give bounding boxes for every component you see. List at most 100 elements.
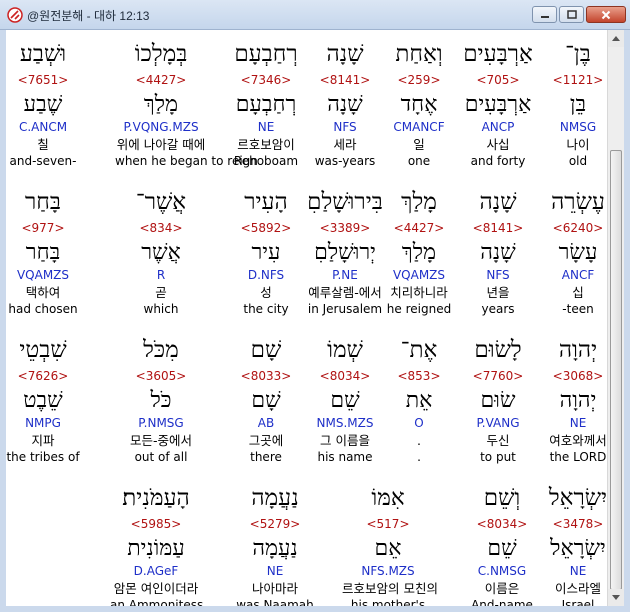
strong-number: <5279> [249,517,301,531]
hebrew-word: בָּחַר [25,189,61,215]
korean-gloss: 나아마라 [251,581,298,596]
morphology-code: D.NFS [247,268,285,282]
lemma-word: שׂוּם [480,388,516,413]
strong-number: <5985> [130,517,182,531]
verse-analysis-pane: בֶּן־ <1121> בֵּן NMSG 나이 old אַרְבָּעִים <705>… [6,30,607,606]
hebrew-word: נַעֲמָה [251,485,299,511]
strong-number: <8141> [319,73,371,87]
hebrew-word: אֲשֶׁר־ [135,189,187,215]
morphology-code: NFS.MZS [361,564,415,578]
lemma-word: יְרוּשָׁלַםִ [314,240,376,265]
english-gloss: And-name [471,598,533,606]
morphology-code: NMPG [25,416,61,430]
arrow-down-icon [612,595,620,600]
korean-gloss: 암몬 여인이더라 [113,581,199,596]
morphology-code: AB [257,416,275,430]
hebrew-word: אַרְבָּעִים [463,41,533,67]
morphology-code: ANCP [481,120,515,134]
hebrew-word: שָׁם [250,337,282,363]
hebrew-word: בְּמָלְכוֹ [134,41,188,67]
korean-gloss: 성 [260,285,272,300]
close-icon [601,10,611,19]
english-gloss: an Ammonitess [110,598,204,606]
maximize-button[interactable] [559,6,584,23]
korean-gloss: 예루살렘-에서 [308,285,382,300]
morphology-code: P.VQNG.MZS [123,120,199,134]
word-column[interactable]: לָשׂוּם <7760> שׂוּם P.VANG 두신 to put [452,336,544,465]
hebrew-word: בִּירוּשָׁלַםִ [307,189,383,215]
morphology-code: NE [257,120,275,134]
english-gloss: had chosen [8,302,78,316]
word-column[interactable]: בָּחַר <977> בָּחַר VQAMZS 택하여 had chosen [6,188,89,317]
verse-row: עֶשְׂרֵה <6240> עָשָׂר ANCF 십 -teen שָׁנָה <814… [6,188,607,336]
morphology-code: NMS.MZS [316,416,374,430]
morphology-code: D.AGeF [133,564,179,578]
korean-gloss: 이름은 [484,581,520,596]
strong-number: <705> [476,73,520,87]
word-column[interactable]: הָעַמֹּנִית׃ <5985> עַמּוֹנִית D.AGeF 암몬 여인이… [110,484,204,606]
word-column[interactable]: הָעִיר <5892> עִיר D.NFS 성 the city [220,188,312,317]
strong-number: <7760> [472,369,524,383]
app-logo-icon [7,7,23,23]
lemma-word: אַרְבָּעִים [464,92,532,117]
strong-number: <5892> [240,221,292,235]
korean-gloss: 지파 [31,433,55,448]
hebrew-word: אִמּוֹ [371,485,405,511]
hebrew-word: שָׁנָה [479,189,517,215]
hebrew-word: הָעִיר [244,189,288,215]
word-column[interactable]: אֲשֶׁר־ <834> אֲשֶׁר R 곧 which [115,188,207,317]
morphology-code: NFS [486,268,510,282]
scroll-down-button[interactable] [608,589,624,606]
english-gloss: years [481,302,515,316]
morphology-code: NFS [333,120,357,134]
word-column[interactable]: רְחַבְעָם <7346> רְחַבְעָם NE 르호보암이 Rehoboam [220,40,312,169]
hebrew-word: שִׁבְטֵי [19,337,67,363]
vertical-scrollbar[interactable] [607,30,624,606]
morphology-code: NE [266,564,284,578]
hebrew-word: מִכֹּל [143,337,179,363]
word-column[interactable]: אִמּוֹ <517> אֵם NFS.MZS 르호보암의 모친의 his mother… [342,484,438,606]
close-button[interactable] [586,6,626,23]
english-gloss: his mother's [350,598,426,606]
lemma-word: בָּחַר [25,240,61,265]
minimize-button[interactable] [532,6,557,23]
verse-row: בֶּן־ <1121> בֵּן NMSG 나이 old אַרְבָּעִים <705>… [6,40,607,188]
strong-number: <7651> [17,73,69,87]
korean-gloss: 곧 [155,285,167,300]
scroll-up-button[interactable] [608,30,624,47]
minimize-icon [540,15,549,18]
hebrew-word: הָעַמֹּנִית׃ [122,485,190,511]
korean-gloss: 년을 [486,285,510,300]
korean-gloss: 칠 [37,137,49,152]
word-column[interactable]: נַעֲמָה <5279> נַעֲמָה NE 나아마라 was Naamah [229,484,321,606]
word-column[interactable]: וְשֵׁם <8034> שֵׁם C.NMSG 이름은 And-name [456,484,548,606]
word-column[interactable]: אַרְבָּעִים <705> אַרְבָּעִים ANCP 사십 and for… [452,40,544,169]
korean-gloss: 두신 [486,433,510,448]
hebrew-word: וְשֵׁם [483,485,521,511]
korean-gloss: 택하여 [25,285,61,300]
word-column[interactable]: וּשְׁבַע <7651> שֶׁבַע C.ANCM 칠 and-seven- [6,40,89,169]
lemma-word: רְחַבְעָם [235,92,297,117]
english-gloss: his name [317,450,373,464]
korean-gloss: 그곳에 [248,433,284,448]
word-column[interactable]: בִּירוּשָׁלַםִ <3389> יְרוּשָׁלַםִ P.NE 예루살렘… [299,188,391,317]
maximize-icon [566,10,577,19]
hebrew-word: שָׁנָה [326,41,364,67]
morphology-code: VQAMZS [16,268,70,282]
word-column[interactable]: שְׁמוֹ <8034> שֵׁם NMS.MZS 그 이름을 his name [299,336,391,465]
strong-number: <8034> [476,517,528,531]
lemma-word: שָׁנָה [327,92,363,117]
scroll-thumb[interactable] [610,150,622,590]
word-column[interactable]: שָׁם <8033> שָׁם AB 그곳에 there [220,336,312,465]
word-column[interactable]: שָׁנָה <8141> שָׁנָה NFS 년을 years [452,188,544,317]
verse-rows: בֶּן־ <1121> בֵּן NMSG 나이 old אַרְבָּעִים <705>… [6,40,607,606]
word-column[interactable]: מִכֹּל <3605> כֹּל P.NMSG 모든-중에서 out of all [115,336,207,465]
lemma-word: אֲשֶׁר [141,240,181,265]
strong-number: <8033> [240,369,292,383]
word-column[interactable]: שָׁנָה <8141> שָׁנָה NFS 세라 was-years [299,40,391,169]
word-column[interactable]: בְּמָלְכוֹ <4427> מָלַךְ P.VQNG.MZS 위에 나아갈 때… [115,40,258,169]
word-column[interactable]: שִׁבְטֵי <7626> שֵׁבֶט NMPG 지파 the tribes of [6,336,89,465]
strong-number: <7626> [17,369,69,383]
hebrew-word: וּשְׁבַע [19,41,67,67]
strong-number: <834> [139,221,183,235]
